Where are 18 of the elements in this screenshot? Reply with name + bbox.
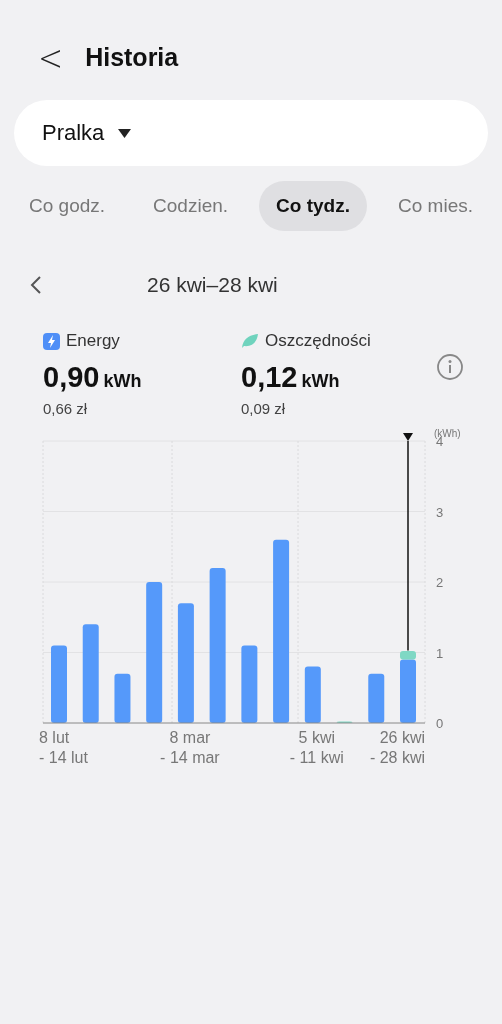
axis-tick-label: 8 lut - 14 lut	[39, 729, 88, 766]
axis-tick-label: 1	[436, 645, 444, 661]
stat-unit: kWh	[103, 371, 142, 392]
stat-value: 0,90	[43, 361, 100, 394]
axis-tick-label: 5 kwi - 11 kwi	[289, 729, 344, 766]
stat-value: 0,12	[241, 361, 298, 394]
stat-cost: 0,66 zł	[43, 400, 89, 417]
axis-tick-label: 26 kwi - 28 kwi	[369, 729, 425, 766]
page-title: Historia	[85, 42, 179, 72]
axis-tick-label: 2	[436, 575, 444, 590]
axis-tick-label: 3	[436, 504, 444, 520]
stat-unit: kWh	[301, 371, 340, 392]
stat-label: Energy	[66, 331, 120, 351]
axis-tick-label: 8 mar - 14 mar	[160, 729, 220, 766]
axis-tick-label: 0	[436, 716, 444, 731]
stat-label: Oszczędności	[265, 331, 371, 351]
stat-cost: 0,09 zł	[241, 400, 287, 417]
period-label: 26 kwi–28 kwi	[147, 273, 278, 297]
